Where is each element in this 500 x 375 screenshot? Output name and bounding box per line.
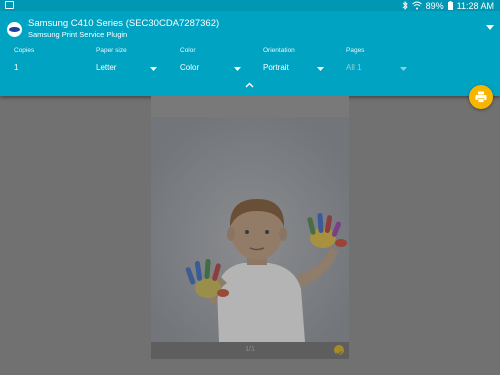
- child-painted-hands-image: [151, 117, 349, 342]
- orientation-dropdown-icon[interactable]: [317, 67, 324, 71]
- color-label: Color: [180, 47, 196, 54]
- screenshot-icon: [5, 1, 14, 9]
- printer-name[interactable]: Samsung C410 Series (SEC30CDA7287362): [28, 18, 219, 29]
- bluetooth-icon: [402, 1, 408, 10]
- page-preview-footer: 1/1: [151, 342, 349, 359]
- page-preview-image[interactable]: [151, 117, 349, 342]
- printer-icon: [475, 91, 487, 103]
- paper-size-select[interactable]: Letter: [96, 63, 116, 72]
- battery-percent: 89%: [425, 0, 444, 11]
- page-selected-check-icon[interactable]: [334, 345, 344, 356]
- copies-label: Copies: [14, 47, 35, 54]
- paper-size-dropdown-icon[interactable]: [150, 67, 157, 71]
- print-button[interactable]: [469, 85, 493, 109]
- samsung-logo-icon: [7, 22, 22, 37]
- page-number: 1/1: [245, 346, 255, 353]
- printer-plugin-name: Samsung Print Service Plugin: [28, 30, 128, 39]
- pages-select[interactable]: All 1: [346, 63, 362, 72]
- pages-dropdown-icon[interactable]: [400, 67, 407, 71]
- pages-label: Pages: [346, 47, 365, 54]
- orientation-select[interactable]: Portrait: [263, 63, 289, 72]
- status-bar: 89% 11:28 AM: [0, 0, 500, 11]
- battery-icon: [447, 1, 453, 10]
- printer-dropdown-icon[interactable]: [486, 25, 494, 30]
- status-right-group: 89% 11:28 AM: [402, 0, 494, 11]
- collapse-options-icon[interactable]: [245, 82, 254, 88]
- wifi-icon: [411, 1, 422, 10]
- clock: 11:28 AM: [456, 0, 494, 11]
- color-select[interactable]: Color: [180, 63, 199, 72]
- print-options-header: Samsung C410 Series (SEC30CDA7287362) Sa…: [0, 11, 500, 96]
- color-dropdown-icon[interactable]: [234, 67, 241, 71]
- orientation-label: Orientation: [263, 47, 295, 54]
- copies-field[interactable]: 1: [14, 63, 18, 72]
- paper-size-label: Paper size: [96, 47, 127, 54]
